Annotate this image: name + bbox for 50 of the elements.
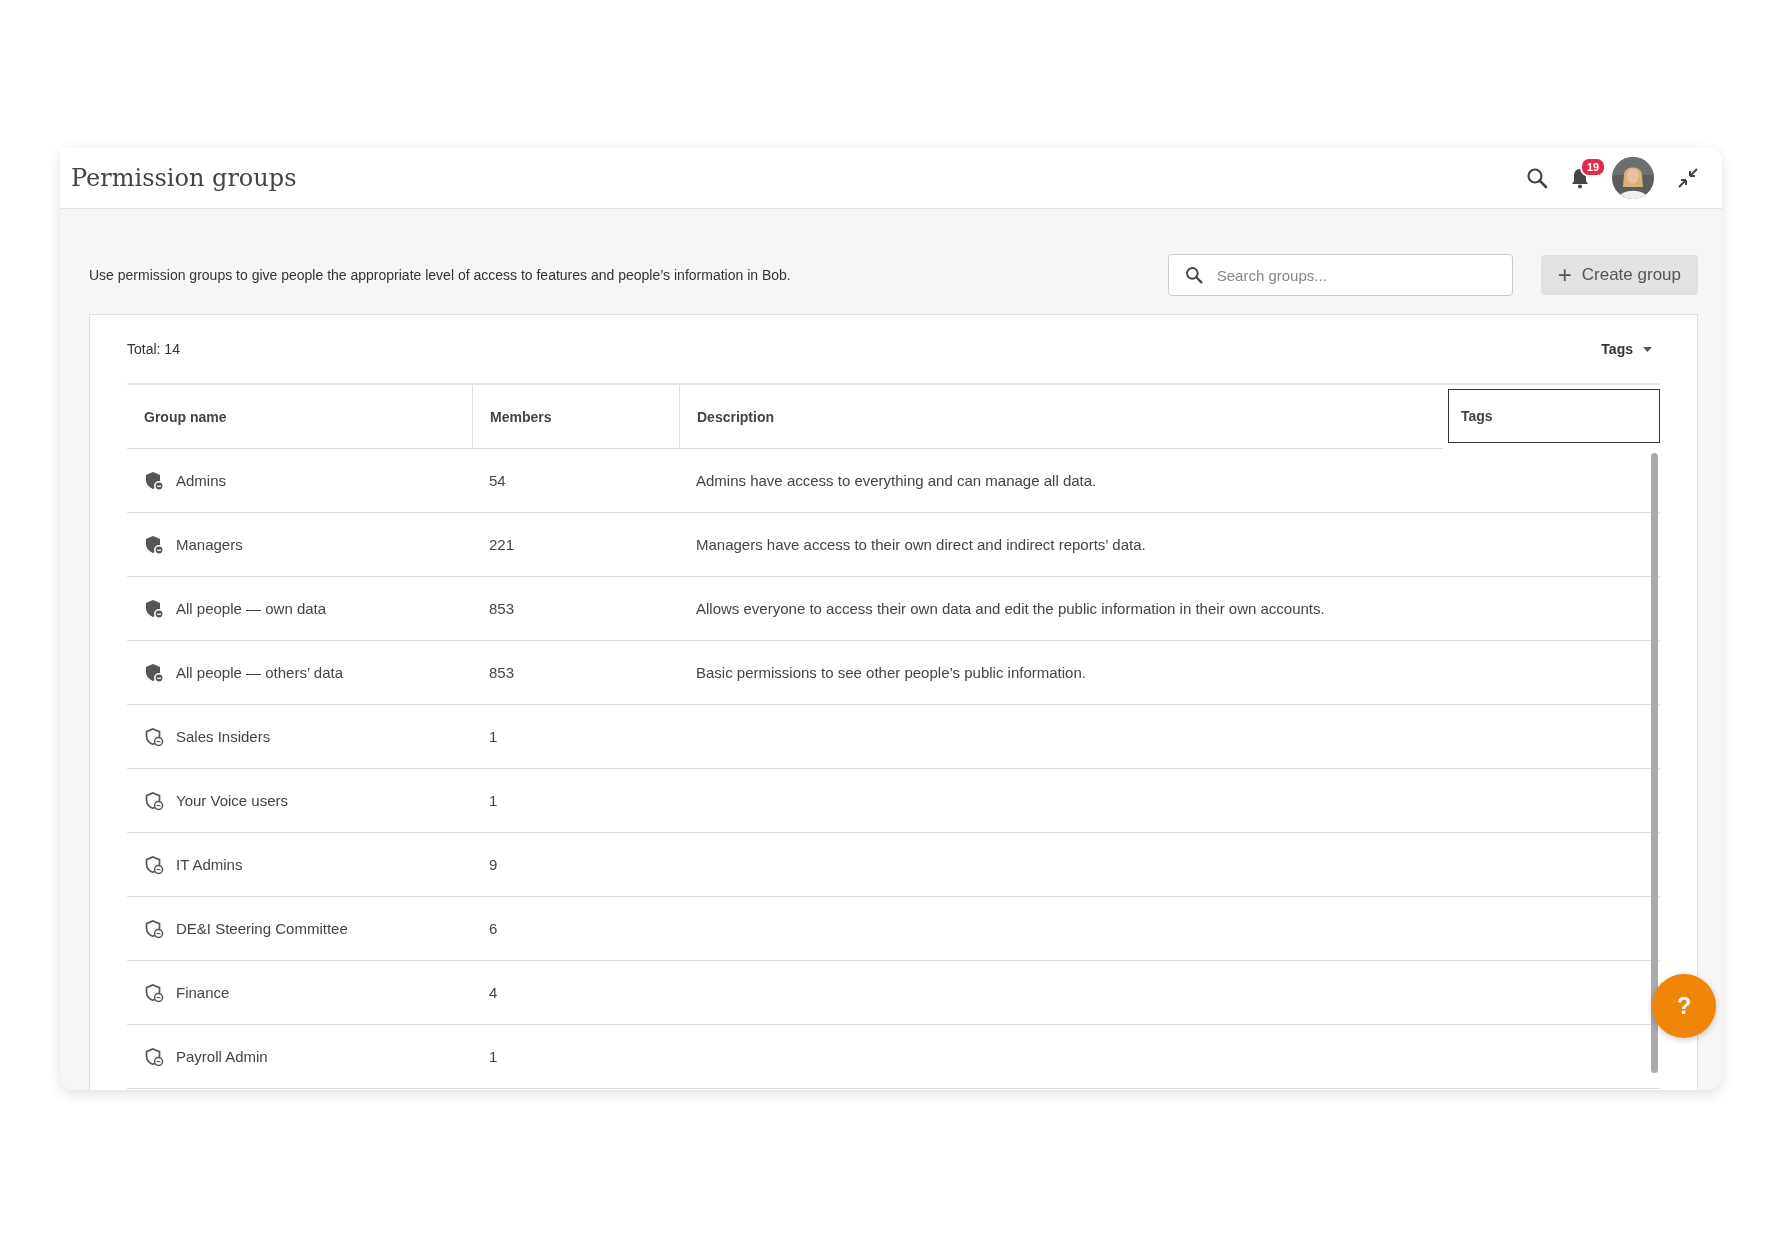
shield-outline-icon (144, 918, 164, 939)
page-title: Permission groups (71, 164, 298, 192)
notification-badge: 19 (1580, 157, 1607, 177)
table-cell: 1 (472, 769, 679, 833)
column-header[interactable]: Group name (127, 385, 472, 449)
shield-outline-icon (144, 790, 164, 811)
collapse-icon[interactable] (1676, 166, 1700, 190)
table-cell: 1 (472, 1025, 679, 1089)
table-cell: Finance (127, 961, 472, 1025)
table-cell: Sales Insiders (127, 705, 472, 769)
caret-icon (1643, 346, 1652, 352)
table-cell: 221 (472, 513, 679, 577)
table-cell: Payroll Admin (127, 1025, 472, 1089)
table-cell: All people — others’ data (127, 641, 472, 705)
scrollbar[interactable] (1651, 453, 1658, 1073)
table-cell: 4 (472, 961, 679, 1025)
table-cell: Managers have access to their own direct and indirect reports’ data. (679, 513, 1443, 577)
search-icon[interactable] (1526, 167, 1548, 189)
table-cell: All people — own data (127, 577, 472, 641)
table-cell: Basic permissions to see other people’s public information. (679, 641, 1443, 705)
tags-filter[interactable]: Tags (1593, 341, 1660, 357)
shield-icon (144, 534, 164, 555)
table-cell: Your Voice users (127, 769, 472, 833)
table-cell: 6 (472, 897, 679, 961)
table-cell: 1 (472, 705, 679, 769)
table-cell: Allows everyone to access their own data and edit the public information in their own accounts. (679, 577, 1443, 641)
shield-icon (144, 470, 164, 491)
shield-outline-icon (144, 726, 164, 747)
table-cell: Managers (127, 513, 472, 577)
shield-icon (144, 598, 164, 619)
shield-outline-icon (144, 854, 164, 875)
create-group-button[interactable]: + Create group (1540, 255, 1698, 295)
table-cell: IT Admins (127, 833, 472, 897)
table-cell: 853 (472, 641, 679, 705)
table-cell: Admins have access to everything and can manage all data. (679, 449, 1443, 513)
intro-text: Use permission groups to give people the appropriate level of access to features and people’s information in Bob. (89, 267, 792, 283)
table-cell: Admins (127, 449, 472, 513)
search-icon (1184, 266, 1203, 284)
column-header[interactable]: Members (472, 385, 679, 449)
table-cell: 853 (472, 577, 679, 641)
shield-outline-icon (144, 982, 164, 1003)
search-field[interactable]: Search groups... (1167, 254, 1513, 296)
column-header[interactable]: Description (679, 385, 1443, 449)
table-cell: 9 (472, 833, 679, 897)
shield-icon (144, 662, 164, 683)
column-header[interactable]: Tags (1448, 389, 1660, 443)
total-count: Total: 14 (127, 341, 180, 357)
table-cell: 54 (472, 449, 679, 513)
shield-outline-icon (144, 1046, 164, 1067)
table-cell: DE&I Steering Committee (127, 897, 472, 961)
